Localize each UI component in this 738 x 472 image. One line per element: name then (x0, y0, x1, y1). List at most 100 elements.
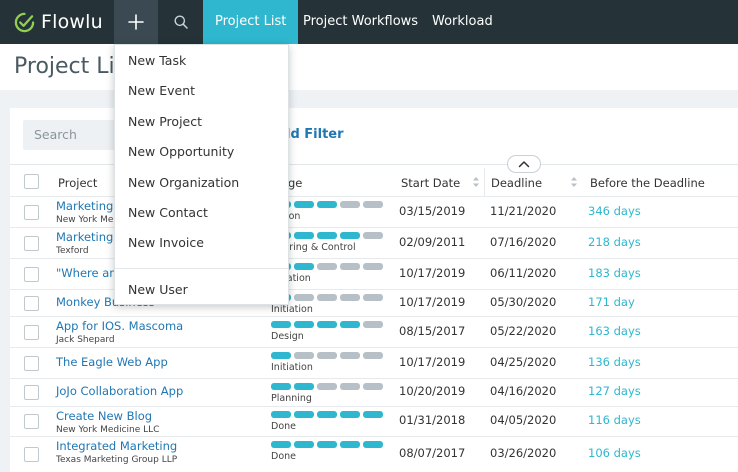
column-header-start-date[interactable]: Start Date (401, 176, 460, 190)
stage-progress-bar (271, 383, 383, 390)
menu-item-new-event[interactable]: New Event (128, 83, 195, 98)
stage-segment (294, 411, 314, 418)
stage-segment (363, 321, 383, 328)
project-client: Texford (56, 246, 89, 256)
stage-label: Initiation (271, 362, 313, 373)
deadline-date: 03/26/2020 (490, 446, 557, 460)
start-date: 10/17/2019 (399, 354, 466, 369)
project-link[interactable]: Integrated Marketing (56, 439, 177, 453)
start-date: 10/20/2019 (399, 384, 466, 398)
days-before-deadline: 218 days (588, 234, 641, 249)
project-link[interactable]: Marketing f (56, 199, 121, 213)
days-before-deadline: 136 days (588, 354, 641, 369)
row-checkbox[interactable] (24, 295, 39, 311)
row-divider (10, 378, 738, 379)
stage-label: Done (271, 451, 296, 462)
column-header-project[interactable]: Project (58, 176, 97, 190)
stage-segment (317, 383, 337, 390)
search-input[interactable]: Search (23, 120, 123, 150)
chevron-up-icon (518, 161, 530, 168)
stage-segment (363, 441, 383, 448)
project-link[interactable]: App for IOS. Mascoma (56, 319, 183, 333)
stage-segment (340, 383, 360, 390)
column-divider (484, 168, 485, 196)
column-header-before-deadline[interactable]: Before the Deadline (590, 176, 705, 190)
menu-item-new-organization[interactable]: New Organization (128, 175, 239, 190)
stage-segment (271, 411, 291, 418)
sort-icon[interactable] (472, 175, 480, 189)
stage-segment (363, 263, 383, 270)
project-client: Jack Shepard (56, 335, 115, 345)
stage-segment (363, 201, 383, 208)
deadline-date: 04/25/2020 (490, 354, 557, 369)
tab-project-workflows[interactable]: Project Workflows (291, 0, 430, 44)
tab-project-list[interactable]: Project List (203, 0, 299, 44)
app-name: Flowlu (41, 11, 103, 33)
stage-segment (317, 352, 337, 359)
stage-segment (294, 383, 314, 390)
stage-segment (340, 201, 360, 208)
days-before-deadline: 163 days (588, 323, 641, 338)
add-filter-button[interactable]: ld Filter (286, 127, 344, 142)
stage-segment (271, 321, 291, 328)
project-link[interactable]: "Where am (56, 266, 120, 280)
project-link[interactable]: The Eagle Web App (56, 355, 168, 369)
row-divider (10, 436, 738, 437)
days-before-deadline: 116 days (588, 413, 641, 427)
row-checkbox[interactable] (24, 355, 39, 371)
days-before-deadline: 171 day (588, 294, 635, 309)
deadline-date: 04/16/2020 (490, 384, 557, 398)
row-checkbox[interactable] (24, 447, 39, 462)
row-checkbox[interactable] (24, 204, 39, 220)
project-link[interactable]: JoJo Collaboration App (56, 384, 183, 398)
menu-item-new-project[interactable]: New Project (128, 114, 202, 129)
stage-segment (294, 352, 314, 359)
stage-segment (317, 232, 337, 239)
row-checkbox[interactable] (24, 235, 39, 251)
collapse-filter-button[interactable] (507, 155, 541, 173)
deadline-date: 04/05/2020 (490, 413, 557, 427)
column-header-stage[interactable]: ge (288, 176, 302, 190)
row-checkbox[interactable] (24, 266, 39, 282)
row-checkbox[interactable] (24, 414, 39, 429)
stage-segment (340, 411, 360, 418)
stage-segment (294, 294, 314, 301)
sort-icon[interactable] (570, 175, 578, 189)
stage-progress-bar (271, 321, 383, 328)
stage-segment (294, 201, 314, 208)
deadline-date: 05/22/2020 (490, 323, 557, 338)
project-link[interactable]: Marketing f (56, 230, 121, 244)
menu-item-new-opportunity[interactable]: New Opportunity (128, 144, 234, 159)
menu-item-new-invoice[interactable]: New Invoice (128, 235, 204, 250)
column-header-deadline[interactable]: Deadline (491, 176, 542, 190)
global-search-button[interactable] (160, 0, 202, 44)
days-before-deadline: 106 days (588, 446, 641, 460)
tab-workload[interactable]: Workload (420, 0, 505, 44)
days-before-deadline: 183 days (588, 265, 641, 280)
search-icon (174, 15, 188, 29)
row-checkbox[interactable] (24, 385, 39, 400)
row-checkbox[interactable] (24, 324, 39, 340)
days-before-deadline: 346 days (588, 203, 641, 218)
check-circle-icon (14, 12, 35, 32)
stage-segment (340, 232, 360, 239)
row-divider (10, 406, 738, 407)
stage-segment (317, 411, 337, 418)
page-header: Project List (0, 44, 738, 90)
app-logo[interactable]: Flowlu (14, 0, 103, 44)
stage-label: Done (271, 421, 296, 432)
create-new-button[interactable] (114, 0, 158, 44)
stage-segment (294, 263, 314, 270)
select-all-checkbox[interactable] (24, 174, 39, 189)
menu-item-new-task[interactable]: New Task (128, 53, 186, 68)
start-date: 08/15/2017 (399, 323, 466, 338)
menu-item-new-contact[interactable]: New Contact (128, 205, 208, 220)
deadline-date: 06/11/2020 (490, 265, 557, 280)
menu-item-new-user[interactable]: New User (128, 282, 188, 297)
row-divider (10, 316, 738, 317)
stage-segment (317, 294, 337, 301)
start-date: 08/07/2017 (399, 446, 466, 460)
project-link[interactable]: Create New Blog (56, 409, 152, 423)
stage-segment (271, 441, 291, 448)
stage-segment (271, 352, 291, 359)
